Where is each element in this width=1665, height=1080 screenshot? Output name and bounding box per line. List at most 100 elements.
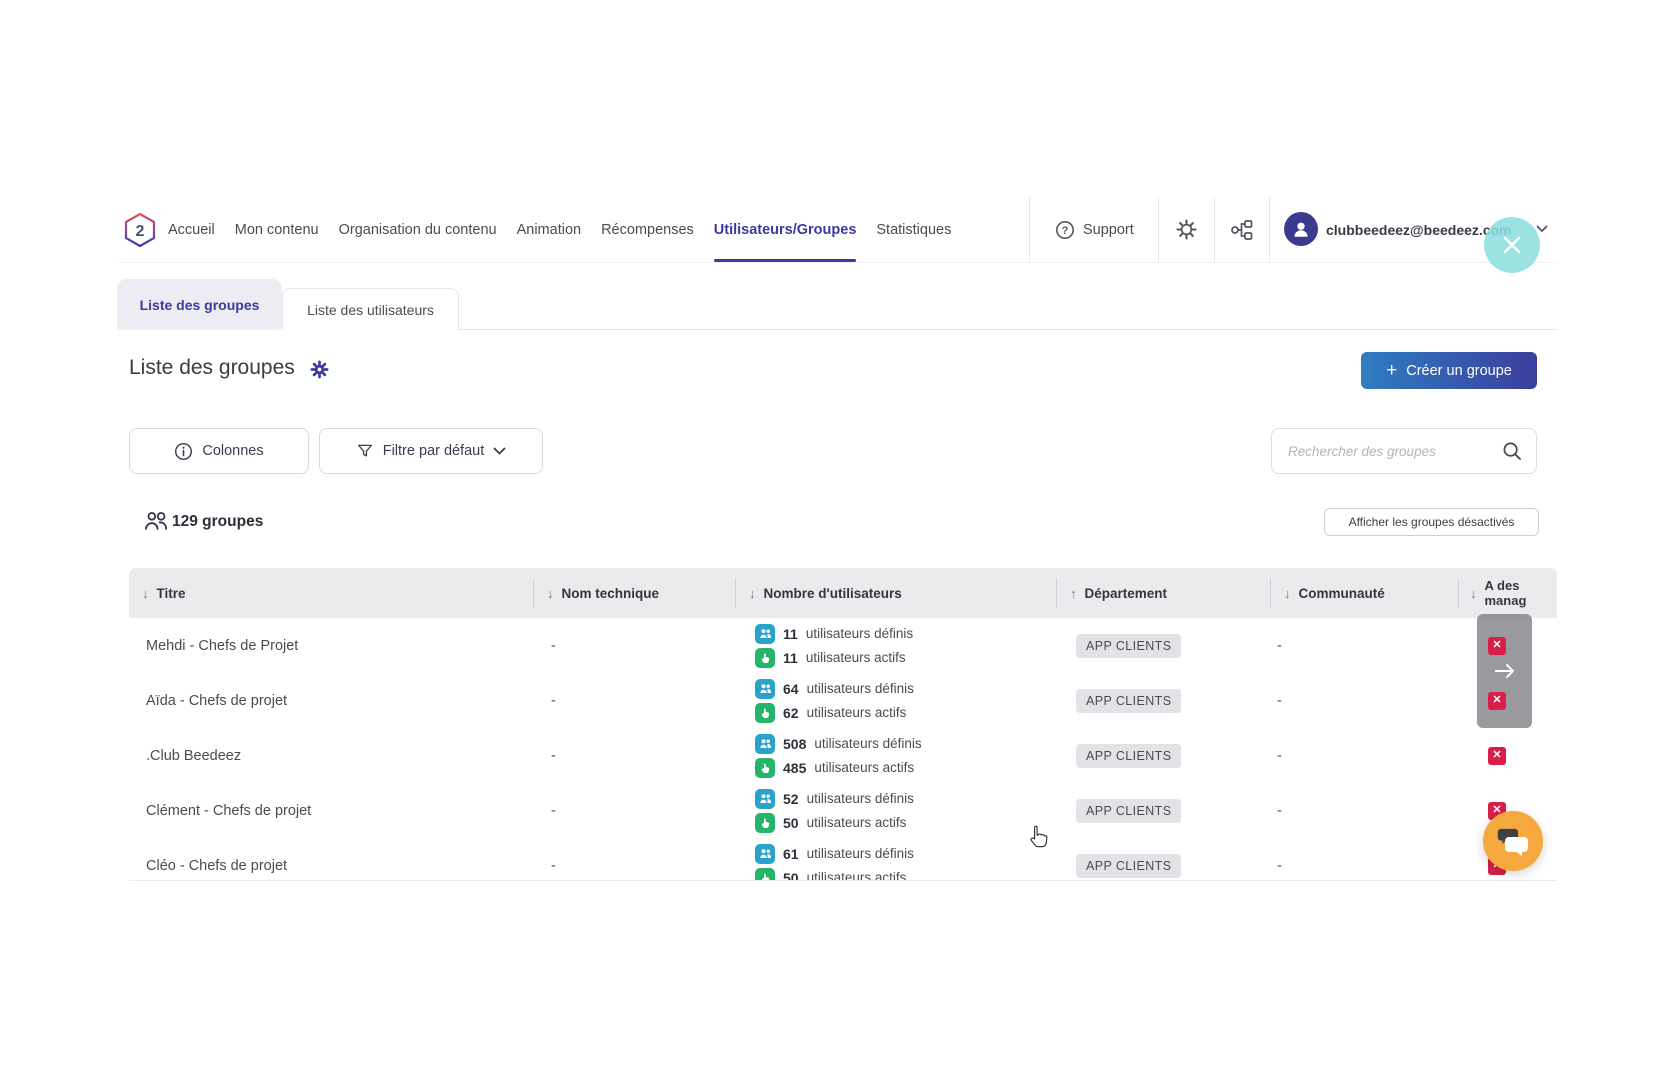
user-avatar[interactable]: [1284, 212, 1318, 246]
nav-item-organisation-du-contenu[interactable]: Organisation du contenu: [339, 197, 497, 262]
sort-up-icon: ↑: [1070, 586, 1077, 601]
technical-name: -: [551, 858, 556, 874]
group-search: [1271, 428, 1537, 474]
svg-text:?: ?: [1062, 225, 1069, 237]
groups-count: 129 groupes: [172, 513, 263, 531]
users-defined-icon: [755, 624, 775, 644]
account-email[interactable]: clubbeedeez@beedeez.com: [1326, 197, 1512, 262]
sort-down-icon: ↓: [547, 586, 554, 601]
header-divider: [1270, 578, 1271, 608]
users-defined-count: 11: [783, 626, 798, 642]
community-value: -: [1277, 638, 1282, 654]
users-defined-icon: [755, 844, 775, 864]
groups-icon: [143, 509, 169, 533]
nav-item-utilisateurs-groupes[interactable]: Utilisateurs/Groupes: [714, 197, 857, 262]
arrow-right-icon: [1493, 663, 1517, 679]
community-value: -: [1277, 803, 1282, 819]
main-nav: Accueil Mon contenu Organisation du cont…: [168, 197, 951, 262]
page-settings-gear-icon[interactable]: [310, 360, 329, 379]
group-title: .Club Beedeez: [146, 748, 241, 764]
close-overlay-button[interactable]: [1484, 217, 1540, 273]
nav-divider: [1158, 197, 1159, 262]
columns-button[interactable]: Colonnes: [129, 428, 309, 474]
technical-name: -: [551, 748, 556, 764]
tab-liste-des-groupes[interactable]: Liste des groupes: [117, 279, 282, 330]
department-badge: APP CLIENTS: [1076, 689, 1181, 713]
technical-name: -: [551, 638, 556, 654]
settings-gear-icon[interactable]: [1175, 218, 1198, 241]
search-icon[interactable]: [1502, 441, 1522, 461]
nav-item-statistiques[interactable]: Statistiques: [876, 197, 951, 262]
page-title: Liste des groupes: [129, 356, 295, 380]
table-row[interactable]: Clément - Chefs de projet - 52 utilisate…: [129, 783, 1557, 839]
filter-funnel-icon: [356, 442, 374, 460]
users-defined-count: 64: [783, 681, 799, 697]
users-defined-count: 52: [783, 791, 799, 807]
groups-table-body: Mehdi - Chefs de Projet - 11 utilisateur…: [129, 618, 1557, 881]
support-button[interactable]: ? Support: [1055, 197, 1134, 262]
table-row[interactable]: .Club Beedeez - 508 utilisateurs définis…: [129, 728, 1557, 784]
department-badge: APP CLIENTS: [1076, 854, 1181, 878]
chevron-down-icon[interactable]: [1536, 225, 1548, 233]
top-nav-bar: 2 Accueil Mon contenu Organisation du co…: [117, 197, 1557, 263]
users-defined-count: 61: [783, 846, 799, 862]
nav-item-animation[interactable]: Animation: [517, 197, 581, 262]
user-counts: 61 utilisateurs définis 50 utilisateurs …: [755, 838, 914, 881]
sort-down-icon: ↓: [1470, 586, 1477, 601]
column-header-communaute[interactable]: ↓ Communauté: [1284, 568, 1385, 618]
users-defined-icon: [755, 789, 775, 809]
column-header-nom-technique[interactable]: ↓ Nom technique: [547, 568, 659, 618]
column-header-a-des-managers[interactable]: ↓ A des manag: [1470, 568, 1555, 618]
department-badge: APP CLIENTS: [1076, 799, 1181, 823]
header-divider: [1056, 578, 1057, 608]
create-group-label: Créer un groupe: [1406, 363, 1512, 379]
create-group-button[interactable]: + Créer un groupe: [1361, 352, 1537, 389]
header-divider: [533, 578, 534, 608]
sort-down-icon: ↓: [1284, 586, 1291, 601]
nav-divider: [1269, 197, 1270, 262]
user-counts: 508 utilisateurs définis 485 utilisateur…: [755, 728, 922, 783]
columns-label: Colonnes: [202, 443, 263, 459]
user-counts: 52 utilisateurs définis 50 utilisateurs …: [755, 783, 914, 838]
users-active-icon: [755, 758, 775, 778]
nav-item-recompenses[interactable]: Récompenses: [601, 197, 694, 262]
technical-name: -: [551, 693, 556, 709]
users-active-icon: [755, 813, 775, 833]
horizontal-scroll-handle[interactable]: [1477, 614, 1532, 728]
table-row[interactable]: Cléo - Chefs de projet - 61 utilisateurs…: [129, 838, 1557, 881]
users-active-icon: [755, 868, 775, 882]
users-active-icon: [755, 648, 775, 668]
has-managers-no-icon[interactable]: ✕: [1488, 747, 1506, 765]
beedeez-logo[interactable]: 2: [123, 212, 157, 248]
group-title: Clément - Chefs de projet: [146, 803, 311, 819]
info-icon: [174, 442, 193, 461]
support-label: Support: [1083, 222, 1134, 238]
default-filter-button[interactable]: Filtre par défaut: [319, 428, 543, 474]
users-active-count: 50: [783, 815, 799, 831]
org-chart-icon[interactable]: [1230, 219, 1254, 241]
users-active-count: 485: [783, 760, 806, 776]
department-badge: APP CLIENTS: [1076, 634, 1181, 658]
table-row[interactable]: Mehdi - Chefs de Projet - 11 utilisateur…: [129, 618, 1557, 674]
users-active-icon: [755, 703, 775, 723]
column-header-titre[interactable]: ↓ Titre: [142, 568, 186, 618]
search-groups-input[interactable]: [1272, 444, 1502, 459]
users-defined-icon: [755, 679, 775, 699]
column-header-departement[interactable]: ↑ Département: [1070, 568, 1167, 618]
chat-widget-button[interactable]: [1483, 811, 1543, 871]
has-managers-no-icon[interactable]: ✕: [1488, 692, 1506, 710]
plus-icon: +: [1386, 361, 1397, 380]
show-disabled-groups-button[interactable]: Afficher les groupes désactivés: [1324, 508, 1539, 536]
has-managers-no-icon[interactable]: ✕: [1488, 637, 1506, 655]
tab-liste-des-utilisateurs[interactable]: Liste des utilisateurs: [282, 288, 459, 330]
users-active-count: 11: [783, 650, 798, 666]
nav-item-accueil[interactable]: Accueil: [168, 197, 215, 262]
nav-item-mon-contenu[interactable]: Mon contenu: [235, 197, 319, 262]
close-icon: [1501, 234, 1523, 256]
svg-text:2: 2: [136, 223, 145, 240]
tab-label: Liste des utilisateurs: [307, 302, 434, 318]
users-defined-icon: [755, 734, 775, 754]
column-header-nombre-utilisateurs[interactable]: ↓ Nombre d'utilisateurs: [749, 568, 902, 618]
community-value: -: [1277, 858, 1282, 874]
table-row[interactable]: Aïda - Chefs de projet - 64 utilisateurs…: [129, 673, 1557, 729]
